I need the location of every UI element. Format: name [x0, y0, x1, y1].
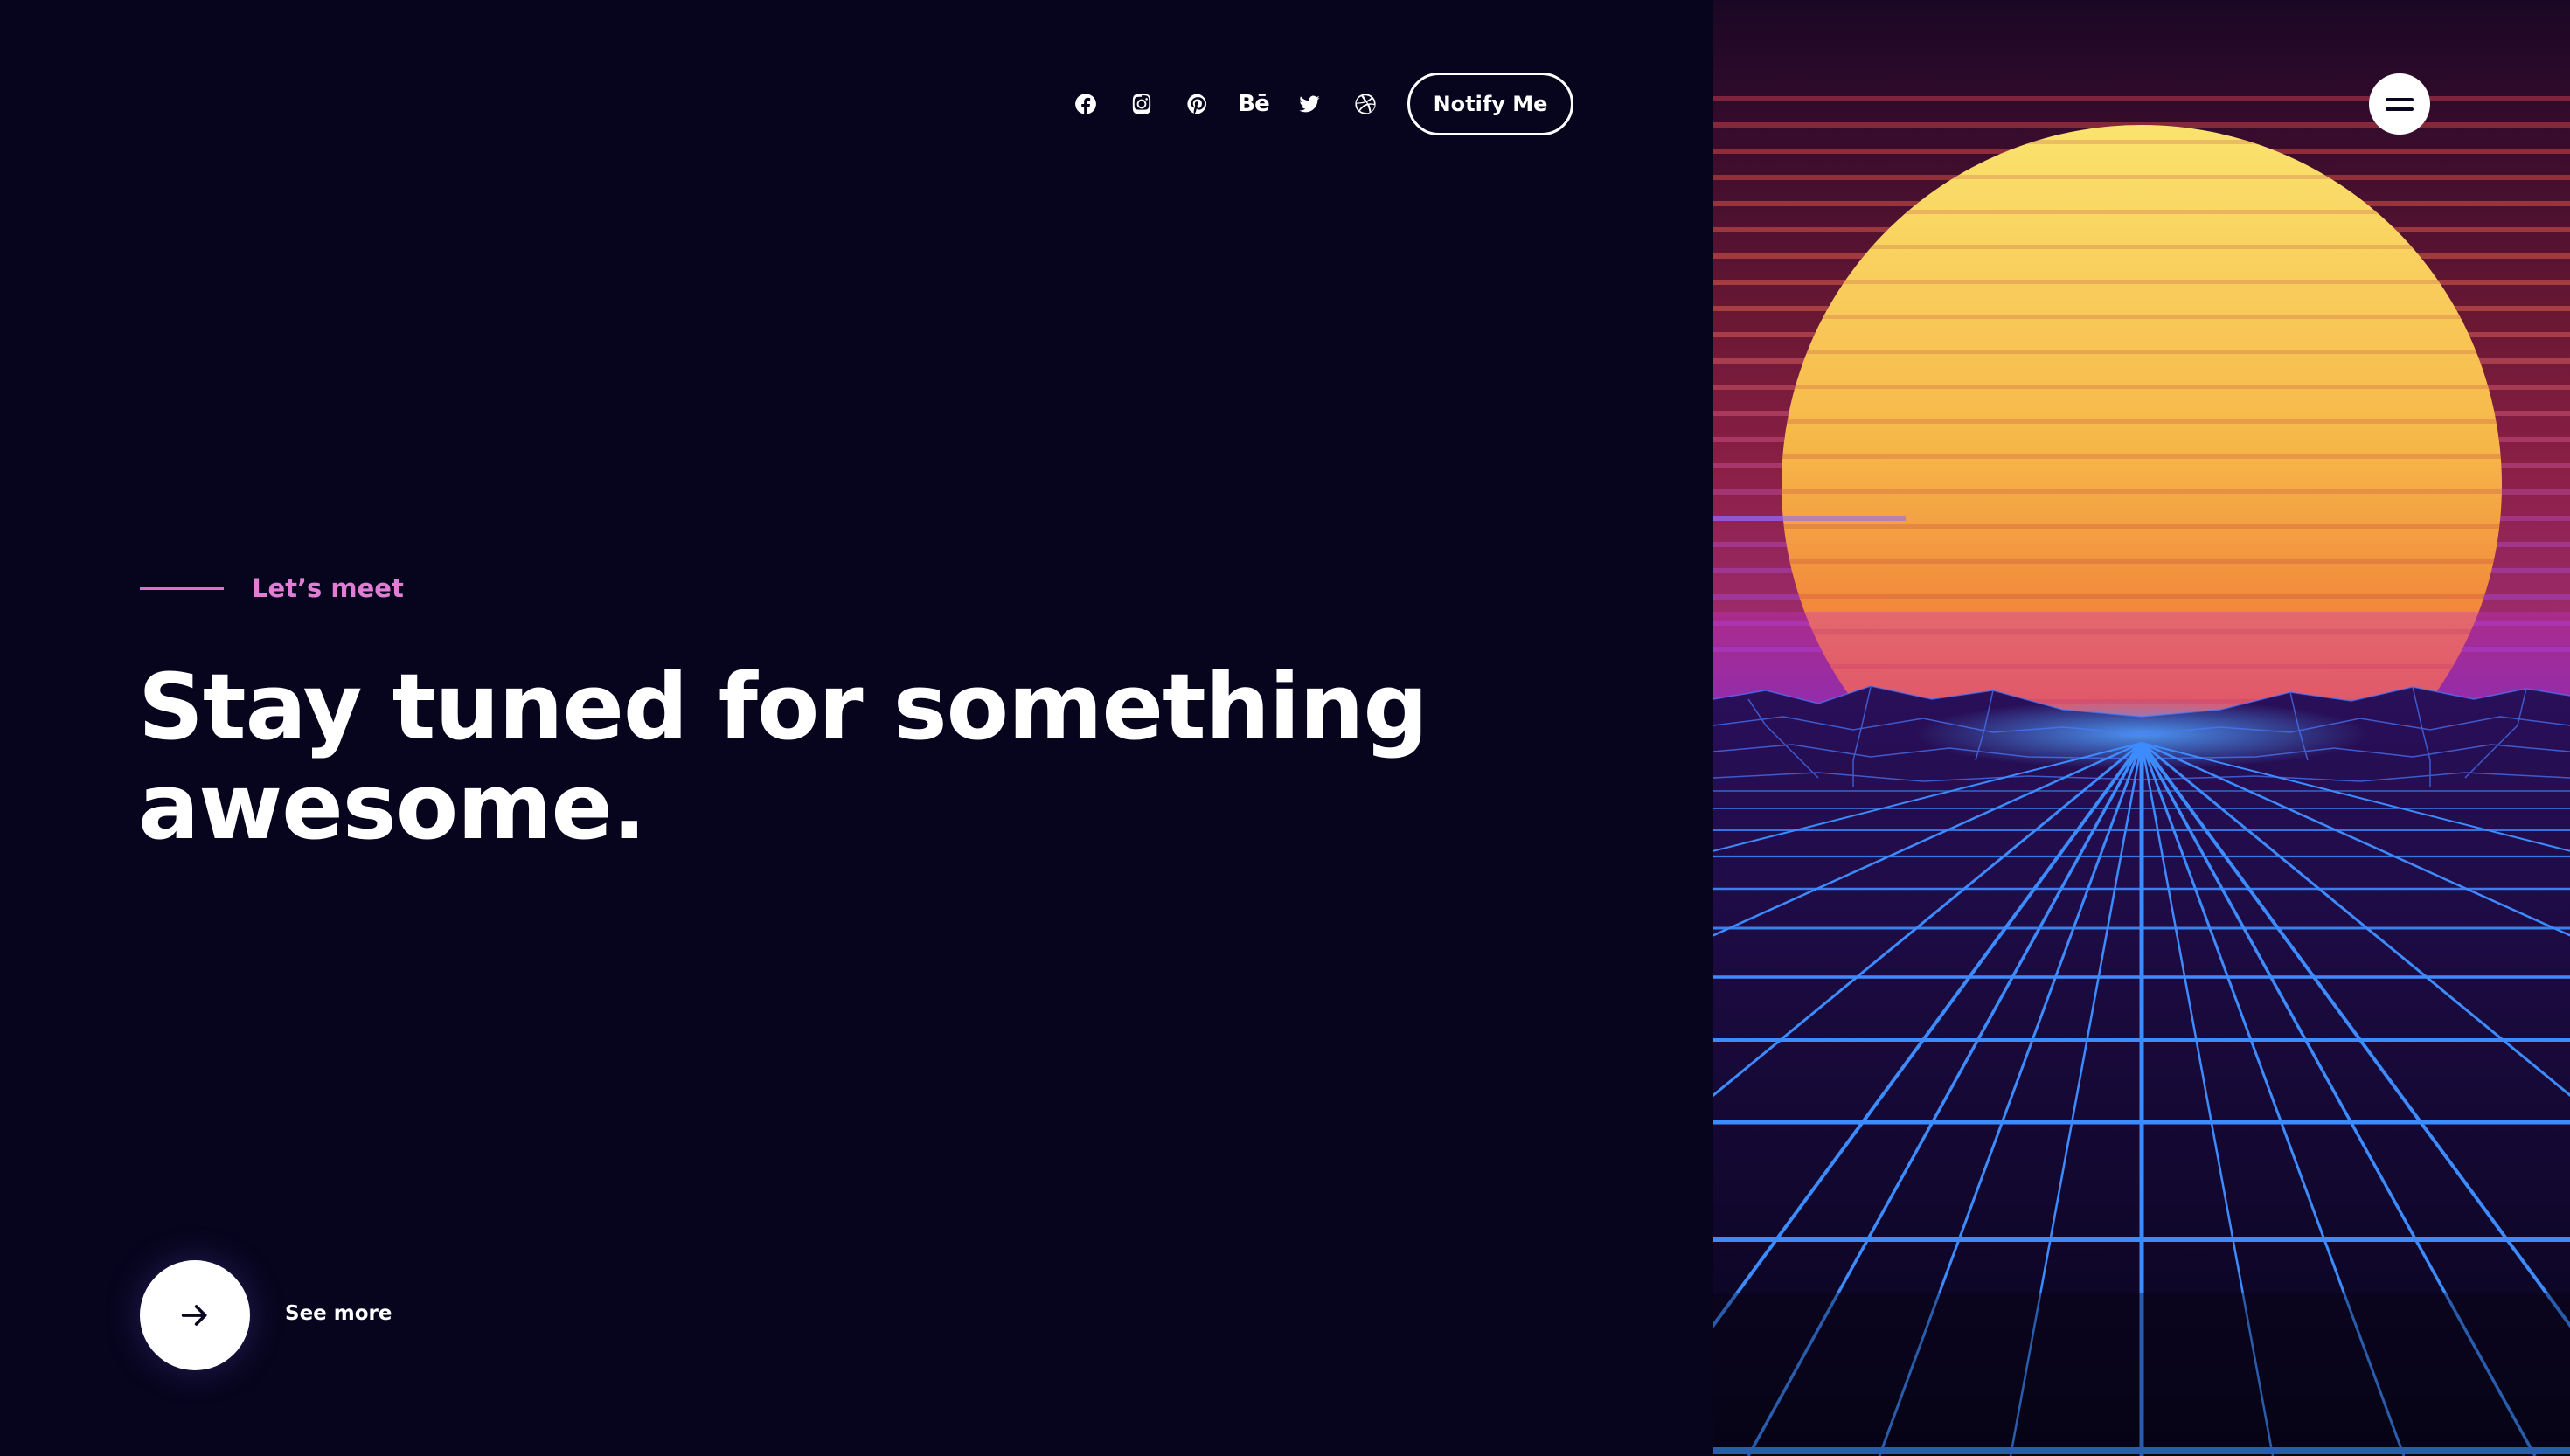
behance-icon[interactable]: Bē — [1226, 76, 1282, 132]
menu-bar-bottom — [2386, 107, 2414, 111]
notify-me-button[interactable]: Notify Me — [1407, 73, 1573, 135]
headline-line-1: Stay tuned for something — [138, 654, 1428, 760]
page: Bē Notify Me Let’s meet Stay tuned for s… — [0, 0, 2570, 1456]
see-more-button[interactable] — [140, 1260, 250, 1370]
menu-bar-top — [2386, 97, 2414, 101]
social-links: Bē — [1058, 73, 1393, 135]
pinterest-icon[interactable] — [1170, 76, 1226, 132]
eyebrow-divider — [140, 586, 224, 590]
content-panel: Bē Notify Me Let’s meet Stay tuned for s… — [0, 0, 1713, 1456]
hero-headline: Stay tuned for something awesome. — [138, 657, 1449, 856]
facebook-icon[interactable] — [1058, 76, 1114, 132]
twitter-icon[interactable] — [1282, 76, 1337, 132]
instagram-icon[interactable] — [1114, 76, 1170, 132]
eyebrow: Let’s meet — [140, 573, 404, 603]
dribbble-icon[interactable] — [1337, 76, 1393, 132]
arrow-right-icon — [181, 1305, 207, 1326]
hamburger-menu-icon[interactable] — [2369, 73, 2430, 135]
see-more-label: See more — [285, 1302, 392, 1325]
hero-artwork — [1713, 0, 2570, 1456]
headline-line-2: awesome. — [138, 753, 647, 860]
eyebrow-text: Let’s meet — [252, 573, 404, 603]
synthwave-illustration — [1713, 96, 2570, 1456]
